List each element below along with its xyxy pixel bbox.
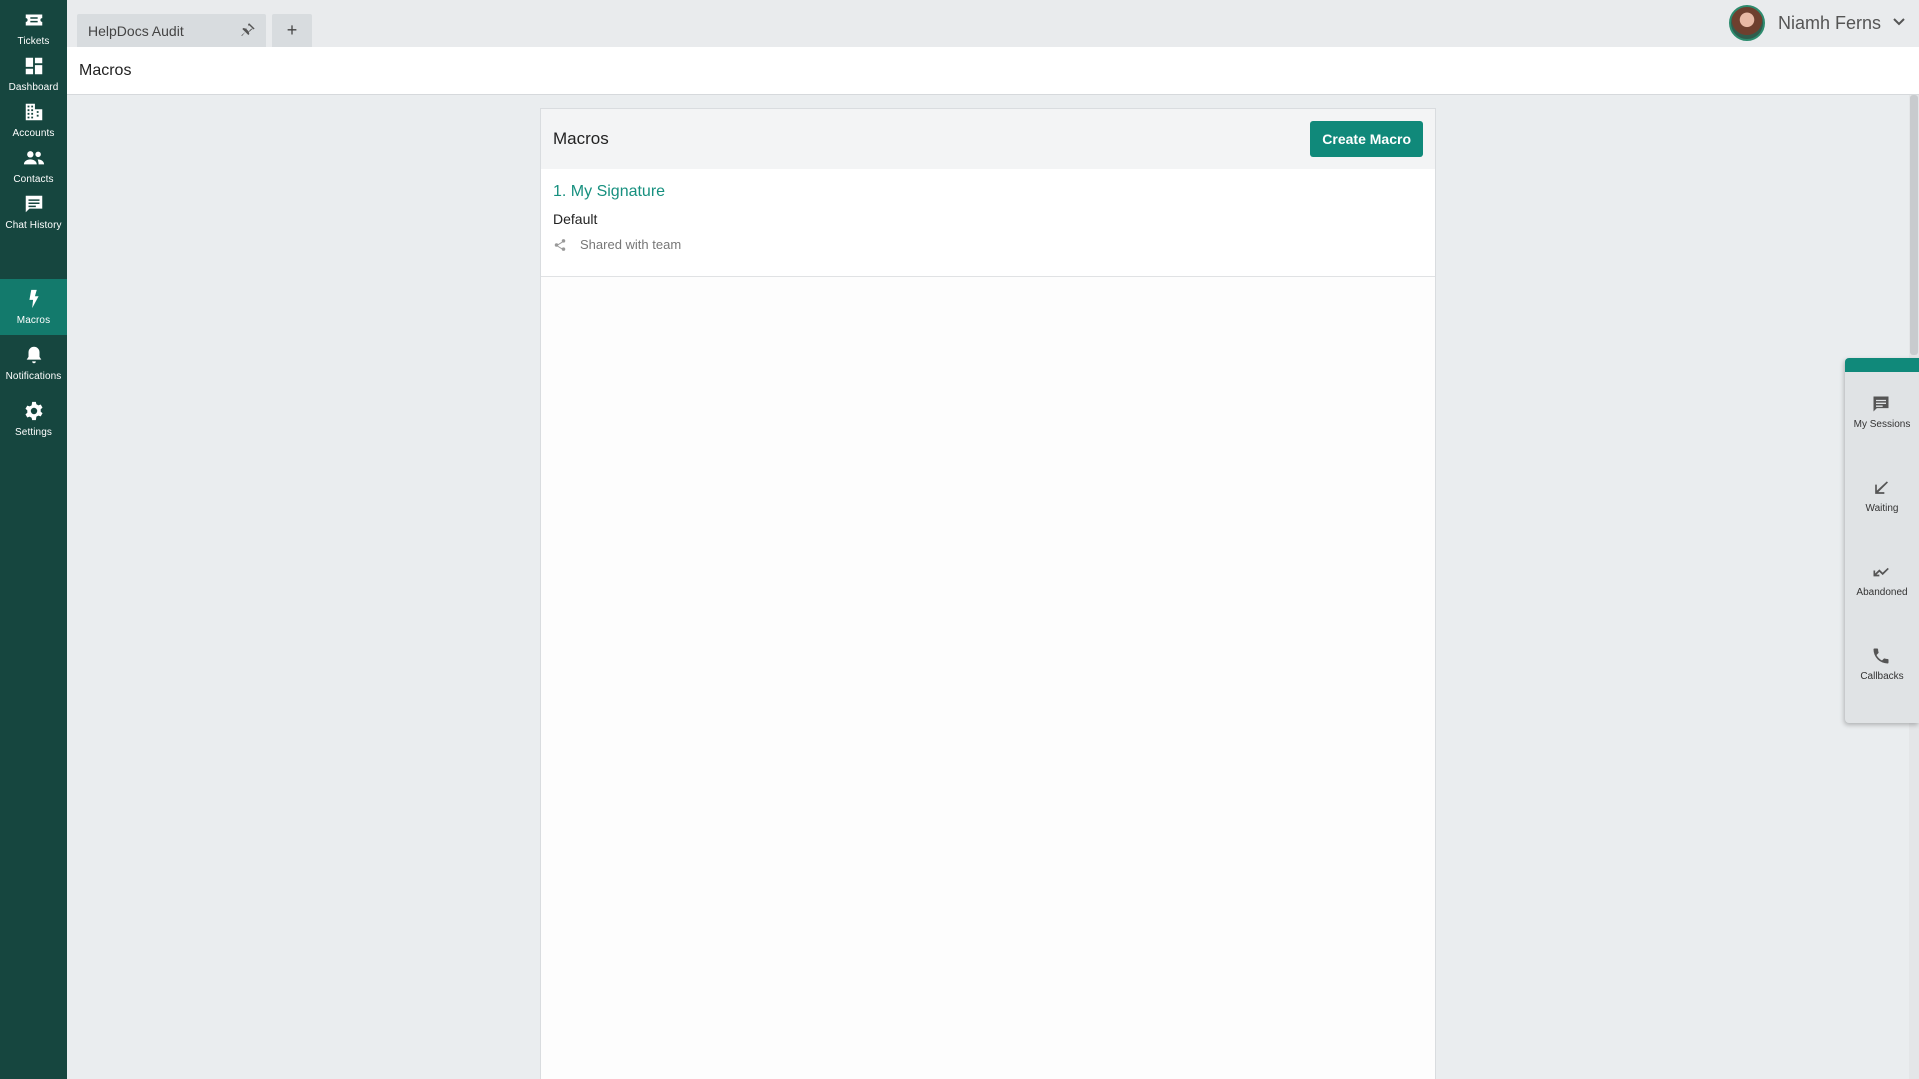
panel-title: Macros — [553, 129, 609, 148]
sidebar-item-settings[interactable]: Settings — [0, 391, 67, 447]
sidebar-item-label: Settings — [15, 427, 52, 438]
sidebar-item-notifications[interactable]: Notifications — [0, 335, 67, 391]
arrow-down-left-icon — [1871, 478, 1893, 500]
tab-helpdocs-audit[interactable]: HelpDocs Audit — [77, 14, 266, 47]
user-menu[interactable]: Niamh Ferns — [1728, 4, 1919, 42]
macros-panel: Macros Create Macro 1. My Signature Defa… — [540, 108, 1436, 1079]
tray-item-callbacks[interactable]: Callbacks — [1845, 624, 1919, 694]
tab-label: HelpDocs Audit — [88, 22, 184, 39]
building-icon — [22, 100, 46, 124]
share-icon — [554, 238, 566, 251]
sidebar-item-label: Notifications — [5, 371, 62, 382]
tray-item-waiting[interactable]: Waiting — [1845, 456, 1919, 526]
macro-category: Default — [553, 211, 598, 227]
chat-icon — [22, 192, 46, 216]
sidebar-item-macros[interactable]: Macros — [0, 279, 67, 335]
page-header: Macros — [67, 47, 1919, 95]
panel-header: Macros Create Macro — [541, 109, 1435, 169]
avatar[interactable] — [1728, 5, 1765, 41]
sidebar-item-label: Macros — [16, 315, 51, 326]
scrollbar-thumb[interactable] — [1910, 95, 1918, 355]
bell-icon — [22, 343, 46, 367]
tab-bar: HelpDocs Audit + Niamh Ferns — [67, 0, 1919, 47]
sidebar-item-chat-history[interactable]: Chat History — [0, 184, 67, 240]
macro-name-link[interactable]: 1. My Signature — [553, 183, 1423, 201]
macro-sharing: Shared with team — [553, 237, 1423, 252]
tray-item-abandoned[interactable]: Abandoned — [1845, 540, 1919, 610]
sidebar-item-label: Chat History — [5, 220, 62, 231]
dashboard-icon — [22, 54, 46, 78]
tray-item-my-sessions[interactable]: My Sessions — [1845, 372, 1919, 442]
user-name: Niamh Ferns — [1777, 12, 1881, 33]
tray-item-label: Abandoned — [1856, 587, 1908, 598]
arrow-return-icon — [1871, 562, 1893, 584]
tray-item-label: My Sessions — [1853, 419, 1911, 430]
tray-item-label: Callbacks — [1860, 671, 1904, 682]
chevron-down-icon[interactable] — [1891, 13, 1907, 34]
add-tab-button[interactable]: + — [272, 14, 312, 47]
session-tray: My Sessions Waiting Abandoned Callbacks — [1845, 358, 1919, 723]
tray-item-label: Waiting — [1865, 503, 1899, 514]
gear-icon — [22, 399, 46, 423]
phone-icon — [1871, 646, 1893, 668]
message-icon — [1871, 394, 1893, 416]
list-item: 1. My Signature Default Shared with team — [541, 169, 1435, 277]
bolt-icon — [22, 287, 46, 311]
pin-icon[interactable] — [240, 22, 256, 38]
sidebar: Tickets Dashboard Accounts Contacts Chat… — [0, 0, 67, 1079]
sharing-label: Shared with team — [580, 237, 682, 252]
people-icon — [22, 146, 46, 170]
ticket-icon — [22, 8, 46, 32]
page-title: Macros — [79, 61, 132, 79]
create-macro-button[interactable]: Create Macro — [1310, 121, 1423, 157]
